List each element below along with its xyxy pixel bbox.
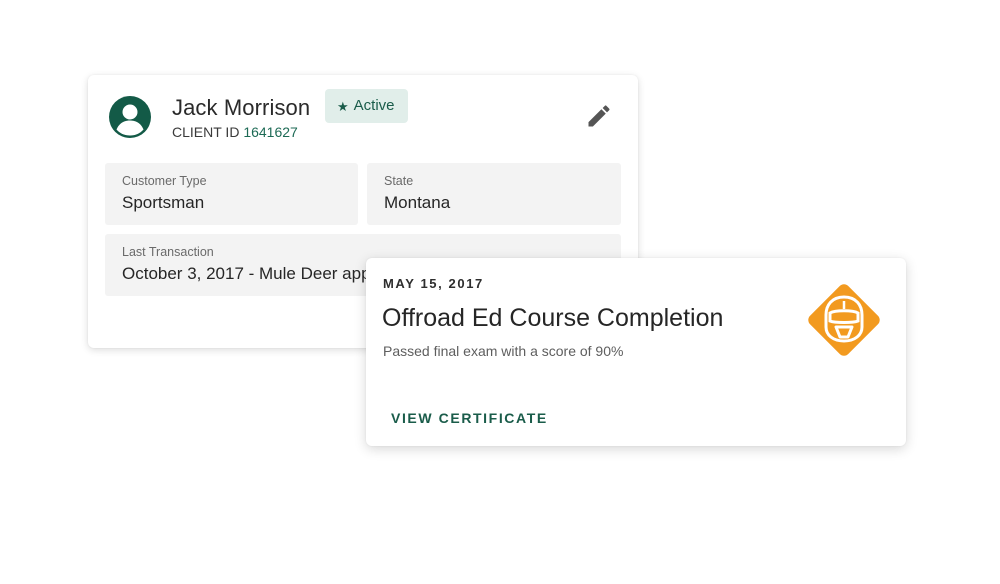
offroad-helmet-icon: [799, 275, 889, 365]
state-field: State Montana: [367, 163, 621, 225]
customer-type-value: Sportsman: [122, 193, 205, 212]
client-id-label: CLIENT ID: [172, 124, 240, 140]
pencil-icon[interactable]: [585, 102, 613, 130]
status-badge-label: Active: [353, 97, 395, 114]
last-transaction-label: Last Transaction: [122, 245, 214, 259]
customer-type-field: Customer Type Sportsman: [105, 163, 358, 225]
customer-type-label: Customer Type: [122, 174, 207, 188]
state-label: State: [384, 174, 414, 188]
account-circle-icon: [109, 96, 151, 138]
achievement-card: MAY 15, 2017 Offroad Ed Course Completio…: [366, 258, 906, 446]
client-id-value: 1641627: [243, 124, 298, 140]
achievement-subtitle: Passed final exam with a score of 90%: [383, 343, 624, 359]
star-icon: ★: [337, 98, 349, 114]
state-value: Montana: [384, 193, 451, 212]
achievement-title: Offroad Ed Course Completion: [382, 304, 724, 332]
status-badge: ★ Active: [325, 89, 408, 123]
client-name: Jack Morrison: [172, 95, 311, 120]
view-certificate-button[interactable]: VIEW CERTIFICATE: [391, 410, 548, 426]
achievement-date: MAY 15, 2017: [383, 276, 484, 291]
client-id: CLIENT ID 1641627: [172, 124, 298, 140]
